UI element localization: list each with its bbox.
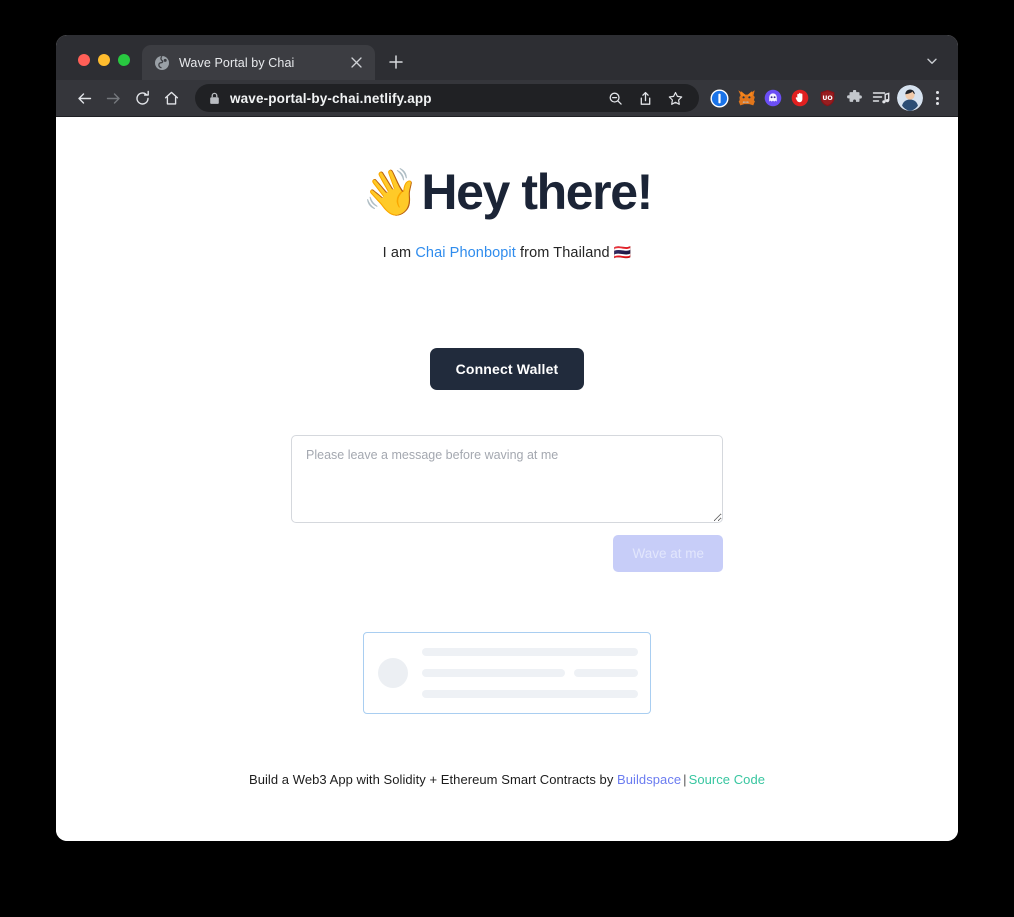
- url-text: wave-portal-by-chai.netlify.app: [230, 90, 432, 106]
- page-title-text: Hey there!: [421, 164, 653, 220]
- page-content: 👋 Hey there! I am Chai Phonbopit from Th…: [56, 117, 958, 787]
- browser-toolbar: wave-portal-by-chai.netlify.app UO: [56, 80, 958, 117]
- message-textarea[interactable]: [291, 435, 723, 523]
- skeleton-bar: [422, 690, 638, 698]
- waving-hand-icon: 👋: [362, 166, 420, 218]
- zoom-out-icon[interactable]: [601, 84, 629, 112]
- buildspace-link[interactable]: Buildspace: [617, 772, 681, 787]
- metamask-extension-icon[interactable]: [733, 85, 759, 111]
- home-icon[interactable]: [157, 84, 185, 112]
- star-icon[interactable]: [661, 84, 689, 112]
- address-bar[interactable]: wave-portal-by-chai.netlify.app: [195, 84, 699, 112]
- skeleton-bar: [422, 648, 638, 656]
- tab-search-chevron-down-icon[interactable]: [919, 48, 945, 74]
- skeleton-row: [422, 690, 638, 698]
- maximize-window-button[interactable]: [118, 54, 130, 66]
- skeleton-bar: [574, 669, 638, 677]
- skeleton-bar: [422, 669, 565, 677]
- svg-text:UO: UO: [822, 95, 832, 102]
- ghost-extension-icon[interactable]: [760, 85, 786, 111]
- onepassword-extension-icon[interactable]: [706, 85, 732, 111]
- lock-icon: [209, 92, 220, 105]
- page-subtitle: I am Chai Phonbopit from Thailand 🇹🇭: [383, 244, 632, 261]
- skeleton-lines: [422, 648, 638, 698]
- reload-icon[interactable]: [128, 84, 156, 112]
- subtitle-suffix: from Thailand: [515, 245, 614, 261]
- wave-button-row: Wave at me: [291, 535, 723, 572]
- subtitle-prefix: I am: [382, 245, 416, 261]
- close-window-button[interactable]: [78, 54, 90, 66]
- wave-list-skeleton-card: [363, 632, 651, 714]
- wave-at-me-button[interactable]: Wave at me: [613, 535, 723, 572]
- globe-icon: [154, 55, 170, 71]
- author-link[interactable]: Chai Phonbopit: [415, 245, 516, 261]
- back-arrow-icon[interactable]: [70, 84, 98, 112]
- minimize-window-button[interactable]: [98, 54, 110, 66]
- omnibox-actions: [601, 84, 689, 112]
- footer-separator: |: [683, 772, 687, 787]
- tab-strip: Wave Portal by Chai: [56, 35, 958, 80]
- source-code-link[interactable]: Source Code: [689, 772, 765, 787]
- browser-tab[interactable]: Wave Portal by Chai: [142, 45, 375, 80]
- connect-wallet-button[interactable]: Connect Wallet: [429, 348, 585, 390]
- page-footer: Build a Web3 App with Solidity + Ethereu…: [249, 772, 765, 787]
- skeleton-row: [422, 669, 638, 677]
- page-viewport: 👋 Hey there! I am Chai Phonbopit from Th…: [56, 117, 958, 841]
- skeleton-avatar: [378, 658, 408, 688]
- share-icon[interactable]: [631, 84, 659, 112]
- tab-title: Wave Portal by Chai: [179, 55, 295, 70]
- footer-text: Build a Web3 App with Solidity + Ethereu…: [248, 772, 618, 787]
- extensions-puzzle-icon[interactable]: [841, 85, 867, 111]
- page-title: 👋 Hey there!: [362, 164, 653, 220]
- adblock-extension-icon[interactable]: [787, 85, 813, 111]
- three-dot-menu-icon[interactable]: [926, 85, 948, 111]
- thailand-flag-icon: 🇹🇭: [613, 244, 632, 260]
- media-playlist-icon[interactable]: [868, 85, 894, 111]
- close-icon[interactable]: [348, 54, 365, 71]
- window-traffic-lights: [56, 54, 142, 80]
- new-tab-button[interactable]: [382, 48, 410, 76]
- browser-window: Wave Portal by Chai wave-portal-by-chai.…: [56, 35, 958, 841]
- forward-arrow-icon[interactable]: [99, 84, 127, 112]
- ublock-origin-extension-icon[interactable]: UO: [814, 85, 840, 111]
- skeleton-row: [422, 648, 638, 656]
- profile-avatar[interactable]: [897, 85, 923, 111]
